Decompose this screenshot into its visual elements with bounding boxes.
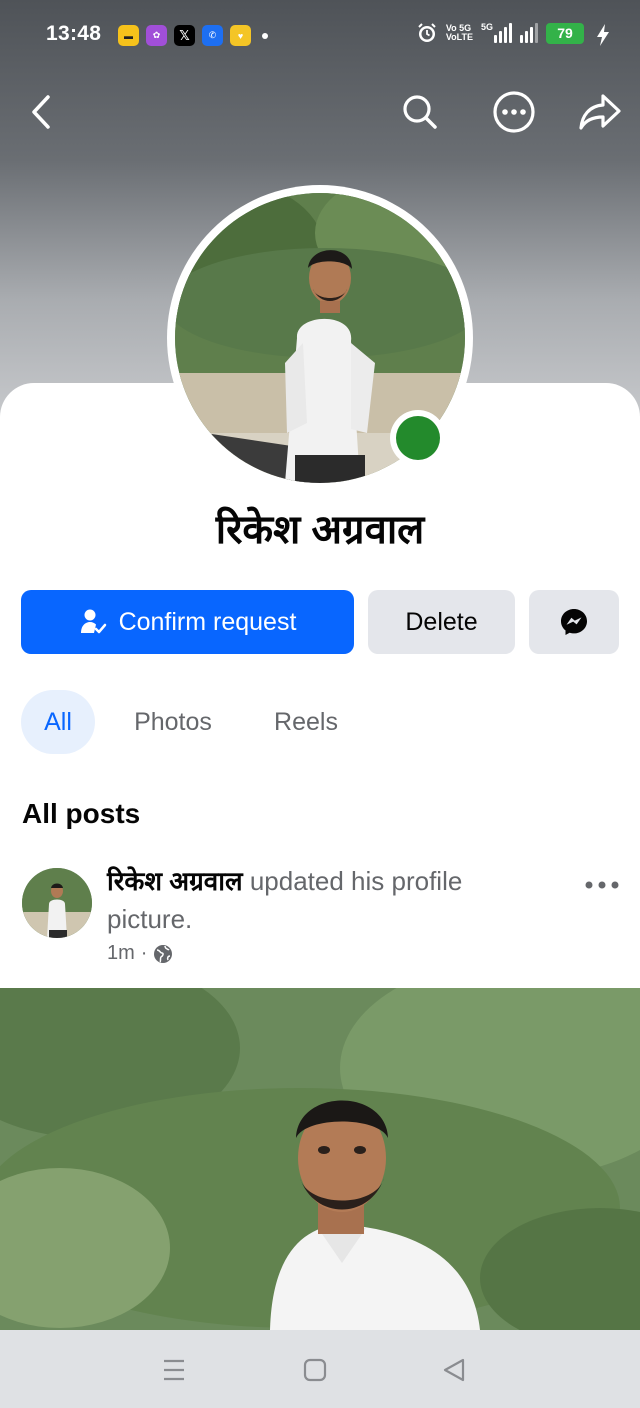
truecaller-icon: ✆ bbox=[202, 25, 223, 46]
post-author-avatar[interactable] bbox=[22, 868, 92, 938]
messenger-icon bbox=[561, 609, 587, 635]
confirm-request-button[interactable]: Confirm request bbox=[21, 590, 354, 654]
post-author-name[interactable]: रिकेश अग्रवाल bbox=[107, 866, 243, 896]
tab-all[interactable]: All bbox=[21, 690, 95, 754]
network-label-bottom: VoLTE bbox=[445, 32, 473, 42]
post-photo[interactable] bbox=[0, 988, 640, 1330]
triangle-back-icon bbox=[443, 1358, 465, 1382]
alarm-icon bbox=[418, 23, 436, 42]
chevron-left-icon bbox=[32, 95, 50, 129]
messenger-button[interactable] bbox=[529, 590, 619, 654]
back-button[interactable] bbox=[16, 86, 68, 138]
charging-icon bbox=[597, 24, 609, 46]
menu-lines-icon bbox=[164, 1359, 184, 1381]
status-time: 13:48 bbox=[46, 22, 102, 45]
x-icon: 𝕏 bbox=[174, 25, 195, 46]
post-meta: 1m · bbox=[107, 942, 173, 965]
network-type: Vo 5G VoLTE bbox=[446, 24, 473, 42]
profile-name: रिकेश अग्रवाल bbox=[215, 508, 425, 552]
online-status-indicator bbox=[390, 410, 446, 466]
signal-bars-icon bbox=[494, 23, 512, 43]
delete-button[interactable]: Delete bbox=[368, 590, 515, 654]
home-button[interactable] bbox=[295, 1352, 335, 1388]
post-header: रिकेश अग्रवाल updated his profile pictur… bbox=[22, 862, 622, 972]
system-icons: Vo 5G VoLTE 5G 79 bbox=[416, 22, 584, 44]
status-bar: 13:48 ▬ ✿ 𝕏 ✆ ♥ Vo 5G VoLTE 5G 79 bbox=[0, 0, 640, 70]
square-icon bbox=[303, 1358, 327, 1382]
post-description: रिकेश अग्रवाल updated his profile pictur… bbox=[107, 862, 547, 938]
signal-5g: 5G bbox=[481, 23, 512, 43]
profile-actions: Confirm request Delete bbox=[21, 590, 619, 654]
author-avatar-image bbox=[22, 868, 92, 938]
notification-icons: ▬ ✿ 𝕏 ✆ ♥ bbox=[118, 25, 268, 46]
globe-icon bbox=[154, 944, 173, 963]
more-options-button[interactable] bbox=[488, 86, 540, 138]
battery-indicator: 79 bbox=[546, 22, 584, 44]
back-nav-button[interactable] bbox=[434, 1352, 474, 1388]
more-horizontal-circle-icon bbox=[493, 91, 535, 133]
post-time: 1m bbox=[107, 942, 135, 964]
recent-apps-button[interactable] bbox=[154, 1352, 194, 1388]
lotus-app-icon: ✿ bbox=[146, 25, 167, 46]
post-photo-image bbox=[0, 988, 640, 1330]
network-5g-label: 5G bbox=[480, 22, 493, 32]
all-posts-heading: All posts bbox=[22, 798, 141, 829]
confirm-request-label: Confirm request bbox=[118, 607, 297, 636]
heart-app-icon: ♥ bbox=[230, 25, 251, 46]
person-check-icon bbox=[80, 609, 106, 634]
top-navigation bbox=[0, 80, 640, 144]
system-navigation-bar bbox=[0, 1330, 640, 1408]
tab-reels[interactable]: Reels bbox=[251, 690, 361, 754]
signal-bars-2-icon bbox=[520, 23, 538, 43]
share-arrow-icon bbox=[579, 94, 621, 130]
search-icon bbox=[403, 95, 437, 129]
profile-tabs: All Photos Reels bbox=[21, 690, 361, 754]
share-button[interactable] bbox=[574, 86, 626, 138]
post-meta-separator: · bbox=[140, 942, 148, 964]
search-button[interactable] bbox=[394, 86, 446, 138]
tab-photos[interactable]: Photos bbox=[95, 690, 251, 754]
post-options-button[interactable] bbox=[582, 870, 622, 900]
more-notifications-dot bbox=[262, 32, 268, 39]
delete-label: Delete bbox=[405, 607, 478, 636]
more-dots-icon bbox=[585, 881, 619, 889]
rapido-icon: ▬ bbox=[118, 25, 139, 46]
